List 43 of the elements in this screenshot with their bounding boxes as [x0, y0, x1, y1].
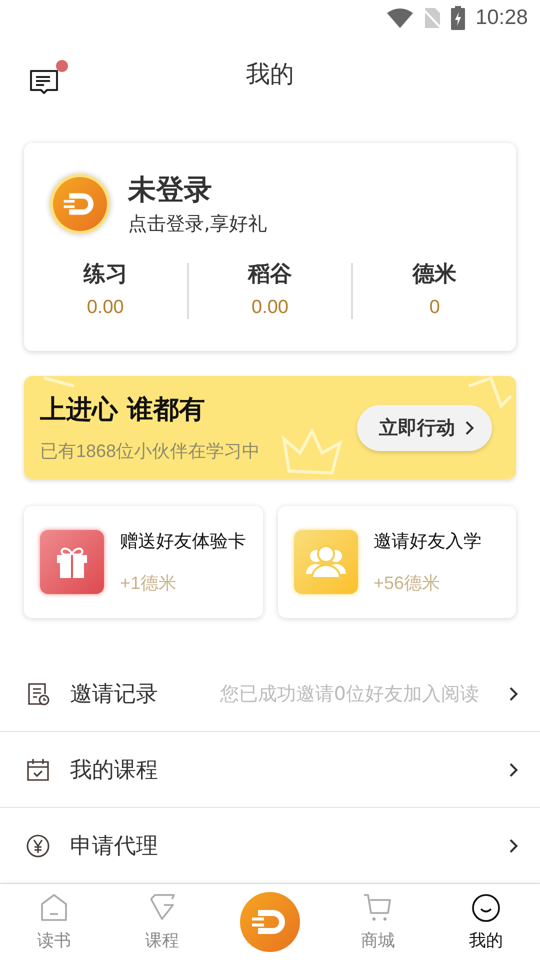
menu-label: 我的课程 — [70, 756, 159, 784]
chevron-icon — [509, 838, 518, 854]
nav-tab[interactable]: 课程 — [108, 884, 216, 960]
no-sim-icon — [423, 7, 442, 29]
clock-time: 10:28 — [475, 6, 528, 30]
smiley-icon — [471, 892, 501, 922]
stat-value: 0 — [429, 296, 440, 319]
nav-tab[interactable]: 商城 — [324, 884, 432, 960]
nav-tab[interactable]: 读书 — [0, 884, 108, 960]
group-icon — [306, 544, 346, 580]
stat-value: 0.00 — [252, 296, 288, 319]
reward-title[interactable]: 赠送好友体验卡 — [120, 529, 246, 553]
user-name[interactable]: 未登录 — [128, 170, 268, 209]
battery-icon — [451, 6, 466, 30]
cart-icon — [363, 892, 393, 922]
act-now-button[interactable]: 立即行动 — [357, 404, 492, 451]
logo-icon — [53, 176, 107, 231]
reward-title[interactable]: 邀请好友入学 — [374, 529, 482, 553]
stat-value: 0.00 — [86, 296, 124, 319]
calendar-check-icon — [26, 758, 50, 782]
menu-label: 申请代理 — [70, 832, 159, 860]
reward-amount: +56德米 — [374, 572, 442, 595]
chevron-icon — [509, 686, 518, 702]
banner-title: 上进心 谁都有 — [40, 394, 206, 428]
chevron-icon — [509, 762, 518, 778]
chevron-icon — [465, 420, 474, 436]
login-hint: 点击登录,享好礼 — [128, 212, 268, 237]
stat-label: 练习 — [83, 260, 128, 289]
stat-label: 德米 — [412, 260, 457, 289]
wifi-icon — [387, 8, 414, 28]
nav-tab[interactable]: 我的 — [432, 884, 540, 960]
avatar-button[interactable] — [50, 174, 110, 234]
logo-icon — [240, 892, 300, 952]
reward-amount: +1德米 — [120, 572, 178, 595]
page-title: 我的 — [246, 59, 294, 90]
menu-detail: 您已成功邀请0位好友加入阅读 — [220, 682, 479, 706]
banner-subtitle: 已有1868位小伙伴在学习中 — [40, 440, 260, 464]
stat-label: 稻谷 — [248, 260, 292, 289]
logo-button[interactable] — [240, 892, 300, 952]
menu-label: 邀请记录 — [70, 680, 159, 708]
yen-coin-icon — [26, 834, 50, 858]
home-icon — [39, 892, 69, 922]
document-clock-icon — [26, 682, 50, 706]
